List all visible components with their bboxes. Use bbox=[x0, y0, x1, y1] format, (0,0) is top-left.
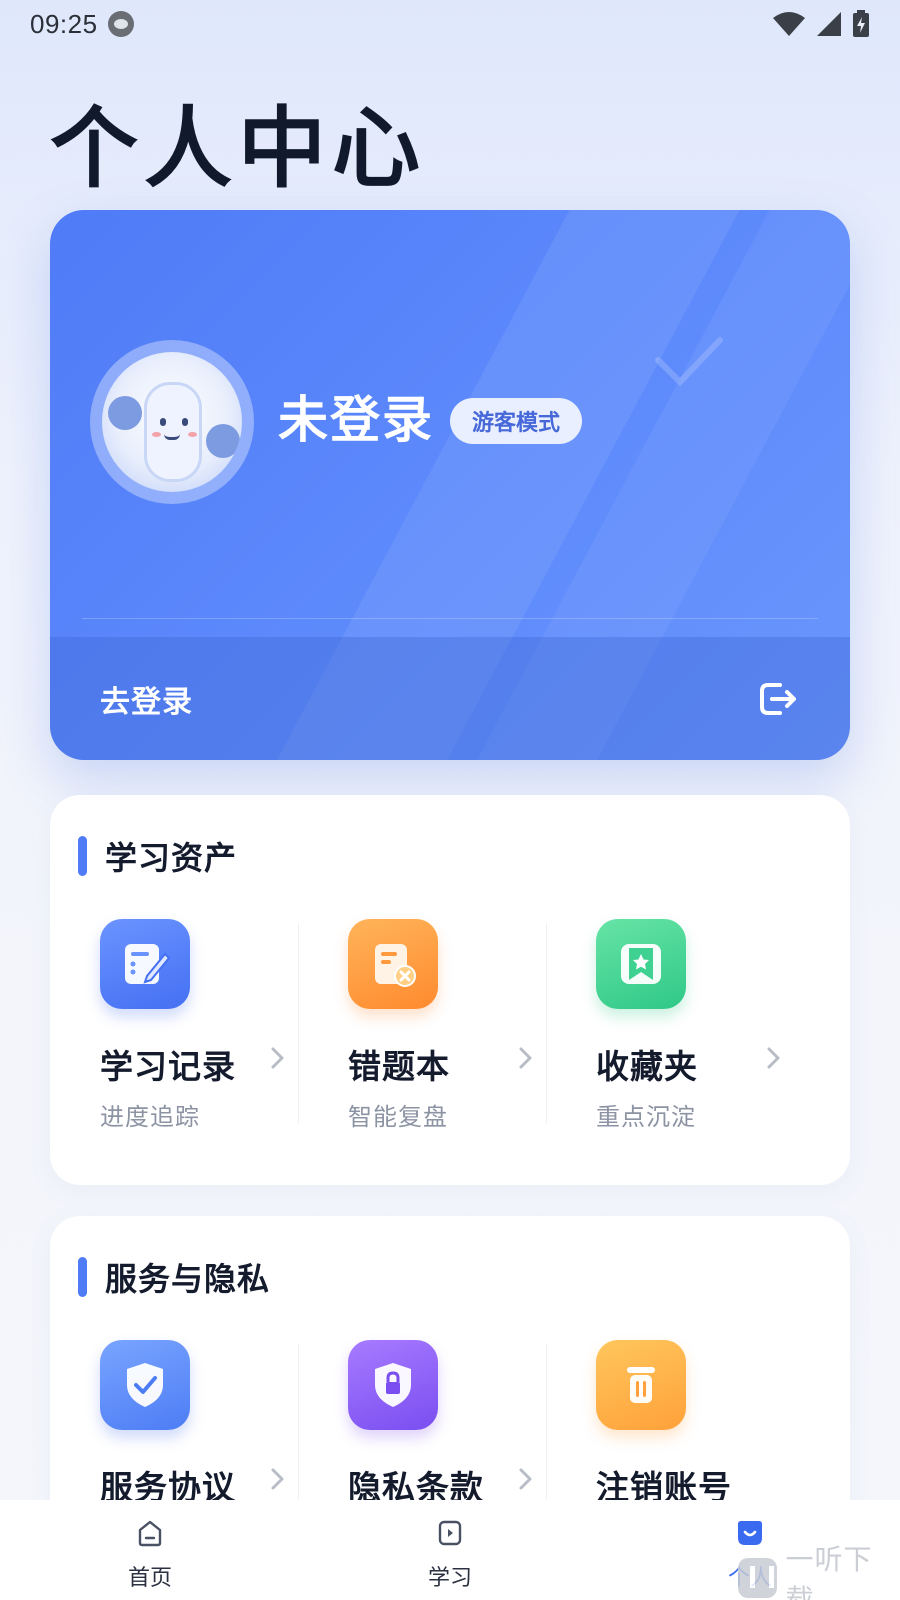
study-play-icon bbox=[438, 1520, 462, 1546]
wifi-icon bbox=[773, 12, 805, 36]
chevron-right-icon bbox=[767, 1047, 780, 1069]
status-bar: 09:25 bbox=[0, 0, 900, 48]
avatar-mascot-icon bbox=[102, 352, 242, 492]
study-record-icon bbox=[100, 919, 190, 1009]
profile-card[interactable]: 未登录 游客模式 去登录 bbox=[50, 210, 850, 760]
nav-item-study[interactable]: 学习 bbox=[300, 1500, 600, 1600]
wrong-question-book-icon bbox=[348, 919, 438, 1009]
wrong-question-book-tile[interactable]: 错题本 智能复盘 bbox=[298, 913, 546, 1133]
section-accent-bar bbox=[78, 836, 87, 876]
favorites-tile[interactable]: 收藏夹 重点沉淀 bbox=[546, 913, 794, 1133]
profile-icon bbox=[738, 1521, 762, 1545]
page-title: 个人中心 bbox=[50, 97, 427, 200]
nav-label: 学习 bbox=[427, 1566, 472, 1591]
trash-icon bbox=[596, 1340, 686, 1430]
battery-charging-icon bbox=[853, 10, 869, 37]
favorites-label: 收藏夹 bbox=[596, 1047, 698, 1086]
avatar[interactable] bbox=[90, 340, 254, 504]
privacy-lock-icon bbox=[348, 1340, 438, 1430]
section-header: 服务与隐私 bbox=[78, 1254, 270, 1300]
wrong-question-book-label: 错题本 bbox=[348, 1047, 450, 1086]
study-record-tile[interactable]: 学习记录 进度追踪 bbox=[50, 913, 298, 1133]
favorites-subtitle: 重点沉淀 bbox=[596, 1103, 696, 1131]
section-title: 服务与隐私 bbox=[105, 1260, 271, 1298]
chevron-right-icon bbox=[519, 1468, 532, 1490]
learning-assets-section: 学习资产 学习记录 进度追踪 错题本 智能复盘 收藏夹 重点沉淀 bbox=[50, 795, 850, 1185]
checkmark-decoration-icon bbox=[655, 337, 723, 387]
chevron-right-icon bbox=[271, 1047, 284, 1069]
guest-mode-badge: 游客模式 bbox=[450, 398, 583, 444]
status-icons bbox=[772, 10, 870, 38]
login-button[interactable]: 去登录 bbox=[100, 677, 193, 721]
cellular-signal-icon bbox=[817, 12, 841, 36]
section-title: 学习资产 bbox=[105, 839, 238, 877]
section-header: 学习资产 bbox=[78, 833, 237, 879]
nav-item-home[interactable]: 首页 bbox=[0, 1500, 300, 1600]
chevron-right-icon bbox=[271, 1468, 284, 1490]
shield-check-icon bbox=[100, 1340, 190, 1430]
user-name: 未登录 bbox=[278, 391, 434, 449]
wrong-question-book-subtitle: 智能复盘 bbox=[348, 1103, 448, 1131]
login-bar[interactable]: 去登录 bbox=[50, 637, 850, 760]
chevron-right-icon bbox=[519, 1047, 532, 1069]
favorites-bookmark-icon bbox=[596, 919, 686, 1009]
study-record-subtitle: 进度追踪 bbox=[100, 1103, 200, 1131]
notification-cat-icon bbox=[107, 11, 134, 37]
status-time: 09:25 bbox=[30, 8, 98, 39]
watermark: 一听下载 bbox=[738, 1543, 900, 1600]
watermark-logo-icon bbox=[738, 1558, 778, 1598]
nav-label: 首页 bbox=[127, 1566, 172, 1591]
login-arrow-icon[interactable] bbox=[756, 677, 800, 721]
section-accent-bar bbox=[78, 1257, 87, 1297]
card-divider bbox=[82, 618, 818, 619]
watermark-text: 一听下载 bbox=[785, 1543, 873, 1600]
home-icon bbox=[138, 1520, 162, 1547]
asset-tiles: 学习记录 进度追踪 错题本 智能复盘 收藏夹 重点沉淀 bbox=[50, 913, 850, 1133]
study-record-label: 学习记录 bbox=[100, 1047, 236, 1086]
